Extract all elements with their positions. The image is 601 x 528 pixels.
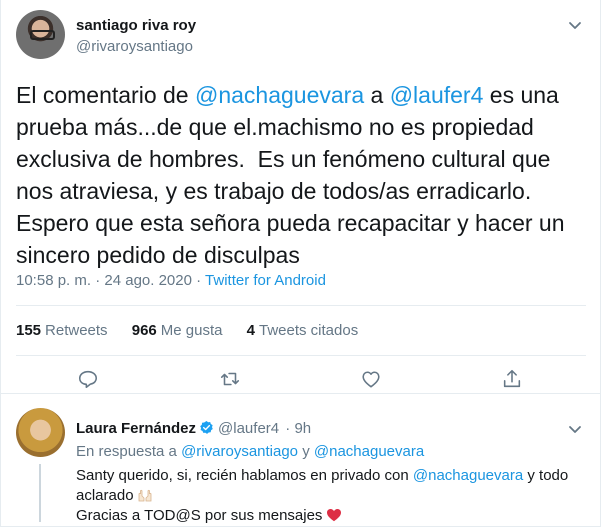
likes-label: Me gusta (160, 322, 223, 339)
mention-link[interactable]: @nachaguevara (413, 467, 523, 484)
mention-link[interactable]: @laufer4 (390, 82, 484, 108)
retweet-icon[interactable] (219, 368, 241, 390)
quotes-count: 4 (246, 322, 255, 339)
reply-header: Laura Fernández @laufer4 · 9h (76, 420, 311, 437)
chevron-down-icon[interactable] (567, 17, 583, 33)
reply-and: y (298, 443, 314, 460)
mention-link[interactable]: @nachaguevara (195, 82, 364, 108)
raising-hands-emoji (138, 489, 151, 502)
divider (16, 305, 586, 306)
reply-author-name[interactable]: Laura Fernández (76, 420, 196, 437)
reply-text-line2: Gracias a TOD@S por sus mensajes (76, 507, 323, 524)
author-avatar[interactable] (16, 10, 65, 59)
reply-tweet[interactable]: Laura Fernández @laufer4 · 9h En respues… (1, 394, 600, 526)
tweet-source[interactable]: Twitter for Android (205, 272, 326, 289)
reply-text: Santy querido, si, recién hablamos en pr… (76, 466, 586, 526)
author-handle[interactable]: @rivaroysantiago (76, 38, 193, 55)
likes-count: 966 (131, 322, 157, 339)
quotes-label: Tweets citados (258, 322, 359, 339)
retweets-stat[interactable]: 155 Retweets (16, 322, 108, 339)
retweets-count: 155 (16, 322, 42, 339)
reply-author-avatar[interactable] (16, 408, 65, 457)
tweet-detail-panel: santiago riva roy @rivaroysantiago El co… (0, 0, 601, 527)
retweets-label: Retweets (45, 322, 108, 339)
quotes-stat[interactable]: 4 Tweets citados (247, 322, 359, 339)
reply-icon[interactable] (77, 368, 99, 390)
reply-time[interactable]: · 9h (285, 420, 311, 437)
share-icon[interactable] (501, 368, 523, 390)
mention-link[interactable]: @rivaroysantiago (181, 443, 298, 460)
tweet-text-part: El comentario de (16, 82, 195, 108)
main-tweet: santiago riva roy @rivaroysantiago El co… (1, 0, 600, 394)
like-icon[interactable] (360, 368, 382, 390)
tweet-actions (1, 368, 600, 392)
tweet-timestamp[interactable]: 10:58 p. m. · 24 ago. 2020 · (16, 272, 205, 289)
reply-text-part: Santy querido, si, recién hablamos en pr… (76, 467, 413, 484)
reply-context: En respuesta a @rivaroysantiago y @nacha… (76, 443, 424, 460)
divider (16, 355, 586, 356)
reply-prefix: En respuesta a (76, 443, 182, 460)
chevron-down-icon[interactable] (567, 421, 583, 437)
author-name[interactable]: santiago riva roy (76, 17, 196, 34)
reply-author-handle[interactable]: @laufer4 (218, 420, 279, 437)
tweet-stats: 155 Retweets 966 Me gusta 4 Tweets citados (16, 322, 378, 339)
tweet-text: El comentario de @nachaguevara a @laufer… (16, 79, 588, 271)
verified-badge-icon (200, 420, 213, 434)
red-heart-emoji (327, 509, 342, 522)
tweet-meta: 10:58 p. m. · 24 ago. 2020 · Twitter for… (16, 272, 326, 289)
tweet-text-part: a (364, 82, 390, 108)
thread-connector (39, 464, 41, 522)
mention-link[interactable]: @nachaguevara (314, 443, 424, 460)
likes-stat[interactable]: 966 Me gusta (132, 322, 223, 339)
tweet-text-part: es una prueba más...de que el.machismo n… (16, 82, 571, 268)
